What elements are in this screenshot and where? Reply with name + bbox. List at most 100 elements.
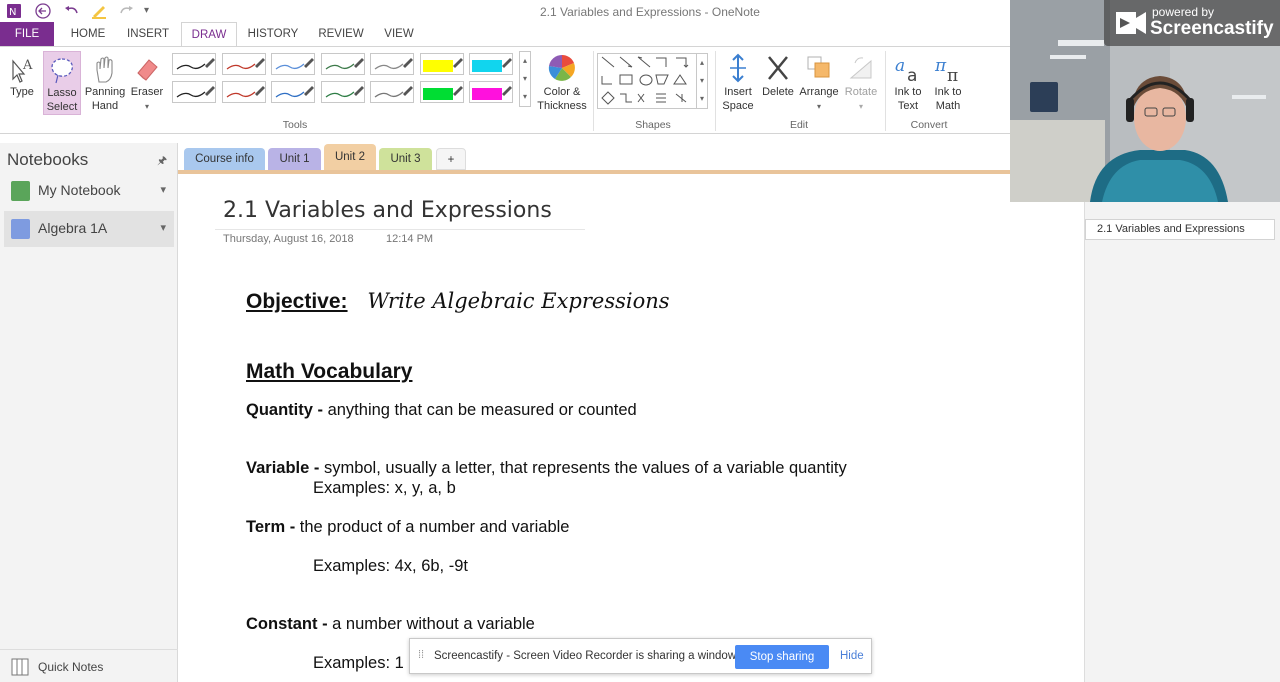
quantity-definition[interactable]: Quantity - anything that can be measured… xyxy=(246,401,637,420)
title-bar: N ▾ 2.1 Variables and Expressions - OneN… xyxy=(0,0,1010,22)
svg-text:a: a xyxy=(907,66,917,83)
rotate-dropdown-icon[interactable]: ▾ xyxy=(859,102,863,111)
arrange-dropdown-icon[interactable]: ▾ xyxy=(817,102,821,111)
add-section-button[interactable]: + xyxy=(436,148,466,170)
quick-notes[interactable]: Quick Notes xyxy=(0,649,178,682)
notebook-item-algebra-1a[interactable]: Algebra 1A ▾ xyxy=(4,211,174,247)
tab-file[interactable]: FILE xyxy=(0,22,54,46)
eraser-dropdown-icon[interactable]: ▾ xyxy=(145,102,149,111)
lasso-select-button[interactable]: Lasso Select xyxy=(43,51,81,115)
delete-button[interactable]: Delete xyxy=(760,53,796,99)
tab-view[interactable]: VIEW xyxy=(377,22,421,46)
redo-icon[interactable] xyxy=(117,3,135,22)
shapes-group-label: Shapes xyxy=(635,119,671,131)
highlighter-swatch[interactable] xyxy=(419,53,464,75)
page-list-item[interactable]: 2.1 Variables and Expressions xyxy=(1085,219,1275,240)
tab-draw[interactable]: DRAW xyxy=(181,22,237,46)
svg-text:π: π xyxy=(934,56,947,76)
pen-quick-icon[interactable] xyxy=(90,3,108,22)
eraser-button[interactable]: Eraser ▾ xyxy=(130,55,164,114)
onenote-logo-icon: N xyxy=(6,3,24,22)
highlighter-icon xyxy=(472,86,512,100)
convert-group-label: Convert xyxy=(910,119,948,131)
shapes-gallery-scroll[interactable]: ▴ ▾ ▾ xyxy=(696,53,708,109)
tab-history[interactable]: HISTORY xyxy=(245,22,301,46)
chevron-down-icon[interactable]: ▾ xyxy=(160,183,166,196)
pen-swatch[interactable] xyxy=(172,53,216,75)
pen-swatch[interactable] xyxy=(221,53,266,75)
type-button[interactable]: A Type xyxy=(4,55,40,99)
page-title[interactable]: 2.1 Variables and Expressions xyxy=(223,198,552,223)
window-title: 2.1 Variables and Expressions - OneNote xyxy=(540,5,760,19)
ink-to-math-button[interactable]: ππ Ink to Math xyxy=(929,53,967,113)
customize-quick-access-icon[interactable]: ▾ xyxy=(144,5,149,16)
quick-notes-icon xyxy=(11,658,29,676)
color-thickness-button[interactable]: Color & Thickness xyxy=(536,53,588,113)
lasso-icon xyxy=(51,58,73,84)
undo-icon[interactable] xyxy=(63,3,81,22)
pin-icon[interactable]: 🖈 xyxy=(157,152,167,171)
section-tab-unit-2[interactable]: Unit 2 xyxy=(324,144,376,170)
back-icon[interactable] xyxy=(35,3,53,22)
constant-definition[interactable]: Constant - a number without a variable xyxy=(246,615,535,634)
arrange-button[interactable]: Arrange ▾ xyxy=(798,53,840,114)
pen-swatch[interactable] xyxy=(271,53,315,75)
tab-home[interactable]: HOME xyxy=(64,22,112,46)
pen-swatch[interactable] xyxy=(172,81,216,103)
objective-line[interactable]: Objective: Write Algebraic Expressions xyxy=(246,289,670,314)
svg-text:N: N xyxy=(9,7,16,18)
ribbon-separator xyxy=(593,51,594,131)
delete-x-icon xyxy=(768,56,788,80)
eraser-icon xyxy=(137,59,158,81)
highlighter-swatch[interactable] xyxy=(469,53,513,75)
svg-text:π: π xyxy=(947,66,958,83)
ink-to-text-icon: aa xyxy=(895,56,917,83)
chevron-down-icon[interactable]: ▾ xyxy=(160,221,166,234)
pen-icon xyxy=(176,58,215,70)
pen-icon xyxy=(374,58,413,70)
drag-handle-icon[interactable]: ⁞⁞ xyxy=(418,649,424,661)
page-time: 12:14 PM xyxy=(386,233,434,245)
page-canvas[interactable]: 2.1 Variables and Expressions Thursday, … xyxy=(178,170,1084,682)
ink-to-text-button[interactable]: aa Ink to Text xyxy=(889,53,927,113)
highlighter-icon xyxy=(472,58,512,72)
screencastify-logo-icon xyxy=(1116,12,1146,34)
highlighter-swatch[interactable] xyxy=(469,81,513,103)
pen-icon xyxy=(325,86,364,98)
highlighter-swatch[interactable] xyxy=(419,81,464,103)
section-tab-unit-3[interactable]: Unit 3 xyxy=(379,148,432,170)
screencastify-badge: powered by Screencastify xyxy=(1104,0,1280,46)
shapes-icon xyxy=(601,56,689,105)
constant-examples[interactable]: Examples: 1 xyxy=(313,654,404,673)
term-examples[interactable]: Examples: 4x, 6b, -9t xyxy=(313,557,468,576)
stop-sharing-button[interactable]: Stop sharing xyxy=(735,645,829,669)
shapes-gallery[interactable] xyxy=(597,53,707,109)
pen-gallery-scroll[interactable]: ▴ ▾ ▾ xyxy=(519,51,531,107)
term-definition[interactable]: Term - the product of a number and varia… xyxy=(246,518,569,537)
ribbon-separator xyxy=(885,51,886,131)
pen-swatch[interactable] xyxy=(370,81,414,103)
tab-insert[interactable]: INSERT xyxy=(124,22,172,46)
rotate-button[interactable]: Rotate ▾ xyxy=(843,53,879,114)
hide-link[interactable]: Hide xyxy=(840,650,864,662)
highlighter-icon xyxy=(422,86,463,100)
pen-swatch[interactable] xyxy=(271,81,315,103)
pen-swatch[interactable] xyxy=(320,81,365,103)
objective-text: Write Algebraic Expressions xyxy=(367,289,670,313)
pen-swatch[interactable] xyxy=(320,53,365,75)
pen-icon xyxy=(226,86,265,98)
rotate-icon xyxy=(849,57,872,79)
vocab-heading[interactable]: Math Vocabulary xyxy=(246,360,412,384)
insert-space-button[interactable]: Insert Space xyxy=(719,53,757,113)
notebook-item-my-notebook[interactable]: My Notebook ▾ xyxy=(4,173,174,209)
page-list-pane: 2.1 Variables and Expressions xyxy=(1084,202,1280,682)
tab-review[interactable]: REVIEW xyxy=(313,22,369,46)
section-tab-unit-1[interactable]: Unit 1 xyxy=(268,148,321,170)
panning-hand-button[interactable]: Panning Hand xyxy=(84,55,126,113)
notebooks-title: Notebooks xyxy=(7,150,89,169)
section-tab-course-info[interactable]: Course info xyxy=(184,148,265,170)
pen-swatch[interactable] xyxy=(221,81,266,103)
variable-examples[interactable]: Examples: x, y, a, b xyxy=(313,479,456,498)
pen-swatch[interactable] xyxy=(370,53,414,75)
variable-definition[interactable]: Variable - symbol, usually a letter, tha… xyxy=(246,459,847,478)
